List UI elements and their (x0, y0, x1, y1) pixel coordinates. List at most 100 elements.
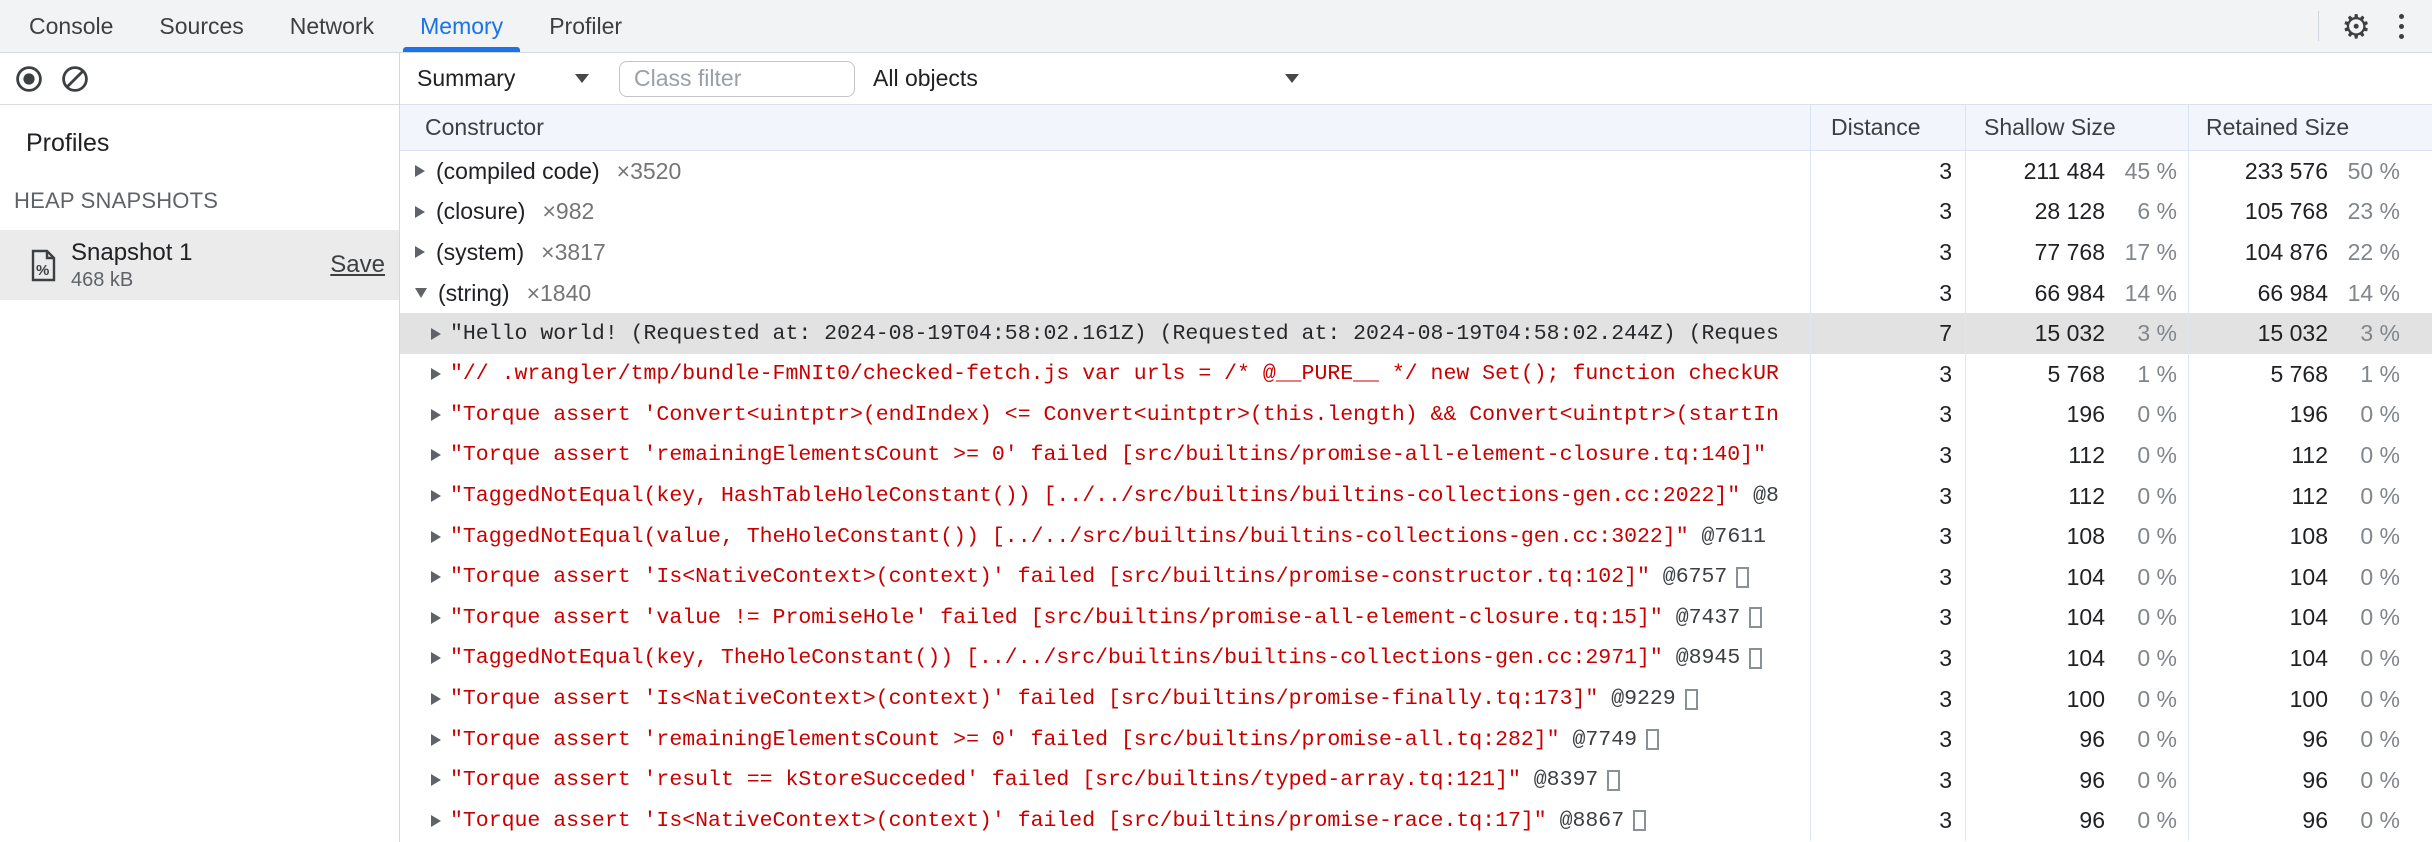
disclosure-triangle[interactable] (431, 814, 441, 827)
table-row[interactable]: (string) ×1840 3 66 984 14 % 66 984 14 % (400, 272, 2432, 314)
table-row[interactable]: "TaggedNotEqual(value, TheHoleConstant()… (400, 516, 2432, 557)
reveal-box-icon[interactable] (1633, 810, 1647, 832)
disclosure-triangle[interactable] (431, 571, 441, 584)
distance-cell: 3 (1810, 719, 1965, 760)
constructor-cell: "Torque assert 'Is<NativeContext>(contex… (400, 801, 1810, 842)
disclosure-triangle[interactable] (431, 774, 441, 787)
object-filter-select[interactable]: All objects (873, 65, 1299, 92)
disclosure-triangle[interactable] (431, 611, 441, 624)
tab-network[interactable]: Network (269, 0, 395, 52)
kebab-menu-icon[interactable] (2393, 10, 2410, 43)
snapshot-item[interactable]: % Snapshot 1 468 kB Save (0, 230, 399, 300)
disclosure-triangle[interactable] (431, 530, 441, 543)
disclosure-triangle[interactable] (431, 408, 441, 421)
shallow-size-value: 211 484 (2023, 157, 2105, 184)
constructor-label: (closure) (436, 198, 526, 225)
retained-size-percent: 0 % (2360, 766, 2400, 793)
reveal-box-icon[interactable] (1749, 647, 1763, 669)
column-header-shallow-size[interactable]: Shallow Size (1965, 105, 2188, 150)
retained-size-cell: 15 032 3 % (2188, 313, 2432, 354)
table-row[interactable]: "Torque assert 'result == kStoreSucceded… (400, 759, 2432, 801)
disclosure-triangle[interactable] (415, 288, 427, 299)
tab-profiler[interactable]: Profiler (528, 0, 643, 52)
class-filter-input[interactable] (619, 60, 855, 97)
retained-size-value: 104 (2289, 563, 2328, 590)
retained-size-value: 112 (2291, 441, 2328, 468)
disclosure-triangle[interactable] (431, 368, 441, 381)
retained-size-cell: 104 876 22 % (2188, 232, 2432, 273)
table-row[interactable]: "TaggedNotEqual(key, HashTableHoleConsta… (400, 475, 2432, 517)
constructor-cell: (compiled code) ×3520 (400, 151, 1810, 192)
table-row[interactable]: "// .wrangler/tmp/bundle-FmNIt0/checked-… (400, 353, 2432, 395)
disclosure-triangle[interactable] (431, 733, 441, 746)
distance-cell: 3 (1810, 516, 1965, 557)
string-value: "Torque assert 'result == kStoreSucceded… (450, 768, 1521, 793)
retained-size-cell: 104 0 % (2188, 638, 2432, 679)
shallow-size-percent: 45 % (2124, 157, 2177, 184)
distance-cell: 3 (1810, 353, 1965, 395)
string-value: "Torque assert 'Is<NativeContext>(contex… (450, 565, 1650, 590)
retained-size-cell: 108 0 % (2188, 516, 2432, 557)
table-row[interactable]: "Torque assert 'remainingElementsCount >… (400, 719, 2432, 760)
reveal-box-icon[interactable] (1736, 566, 1750, 588)
disclosure-triangle[interactable] (415, 165, 425, 178)
tab-memory[interactable]: Memory (399, 0, 524, 52)
svg-text:%: % (36, 262, 49, 279)
reveal-box-icon[interactable] (1684, 688, 1698, 710)
disclosure-triangle[interactable] (431, 327, 441, 340)
table-row[interactable]: "Torque assert 'remainingElementsCount >… (400, 435, 2432, 476)
reveal-box-icon[interactable] (1749, 607, 1763, 629)
tab-console[interactable]: Console (8, 0, 134, 52)
disclosure-triangle[interactable] (431, 449, 441, 462)
heap-snapshot-grid: Constructor Distance Shallow Size Retain… (400, 105, 2432, 842)
shallow-size-value: 104 (2066, 563, 2105, 590)
retained-size-cell: 112 0 % (2188, 435, 2432, 476)
tab-sources[interactable]: Sources (138, 0, 264, 52)
table-row[interactable]: "TaggedNotEqual(key, TheHoleConstant()) … (400, 638, 2432, 679)
disclosure-triangle[interactable] (431, 490, 441, 503)
retained-size-percent: 0 % (2360, 604, 2400, 631)
retained-size-cell: 233 576 50 % (2188, 151, 2432, 192)
shallow-size-cell: 104 0 % (1965, 597, 2188, 639)
disclosure-triangle[interactable] (431, 693, 441, 706)
reveal-box-icon[interactable] (1646, 729, 1660, 751)
perspective-select[interactable]: Summary (417, 65, 589, 92)
heap-snapshot-document-icon: % (30, 249, 57, 282)
devtools-tabbar: Console Sources Network Memory Profiler ⚙ (0, 0, 2432, 53)
gear-icon[interactable]: ⚙ (2341, 10, 2371, 43)
shallow-size-cell: 96 0 % (1965, 759, 2188, 801)
retained-size-percent: 1 % (2360, 360, 2400, 387)
disclosure-triangle[interactable] (415, 246, 425, 259)
table-row[interactable]: "Torque assert 'Is<NativeContext>(contex… (400, 678, 2432, 720)
shallow-size-percent: 0 % (2137, 766, 2177, 793)
column-header-distance[interactable]: Distance (1810, 105, 1965, 150)
shallow-size-percent: 0 % (2137, 401, 2177, 428)
constructor-label: (string) (438, 279, 510, 306)
shallow-size-value: 104 (2066, 644, 2105, 671)
column-header-retained-size[interactable]: Retained Size (2188, 105, 2432, 150)
column-header-constructor[interactable]: Constructor (400, 114, 1810, 141)
retained-size-percent: 0 % (2360, 482, 2400, 509)
tabbar-actions: ⚙ (2318, 0, 2432, 52)
table-row[interactable]: "Torque assert 'value != PromiseHole' fa… (400, 597, 2432, 639)
table-row[interactable]: (compiled code) ×3520 3 211 484 45 % 233 576 5… (400, 151, 2432, 192)
string-value: "TaggedNotEqual(key, TheHoleConstant()) … (450, 646, 1663, 671)
disclosure-triangle[interactable] (431, 652, 441, 665)
retained-size-value: 108 (2289, 523, 2328, 550)
table-row[interactable]: "Torque assert 'Is<NativeContext>(contex… (400, 800, 2432, 842)
distance-cell: 3 (1810, 597, 1965, 639)
shallow-size-value: 77 768 (2034, 238, 2105, 265)
table-row[interactable]: "Hello world! (Requested at: 2024-08-19T… (400, 313, 2432, 354)
record-icon[interactable] (14, 64, 44, 94)
disclosure-triangle[interactable] (415, 205, 425, 218)
object-id: @7749 (1559, 727, 1638, 752)
table-row[interactable]: "Torque assert 'Convert<uintptr>(endInde… (400, 394, 2432, 436)
reveal-box-icon[interactable] (1607, 769, 1621, 791)
table-row[interactable]: (system) ×3817 3 77 768 17 % 104 876 22 % (400, 232, 2432, 273)
shallow-size-value: 100 (2066, 685, 2105, 712)
table-row[interactable]: (closure) ×982 3 28 128 6 % 105 768 23 % (400, 191, 2432, 233)
table-row[interactable]: "Torque assert 'Is<NativeContext>(contex… (400, 556, 2432, 598)
clear-icon[interactable] (60, 64, 90, 94)
snapshot-save-link[interactable]: Save (330, 251, 385, 279)
object-id: @8867 (1546, 808, 1625, 833)
